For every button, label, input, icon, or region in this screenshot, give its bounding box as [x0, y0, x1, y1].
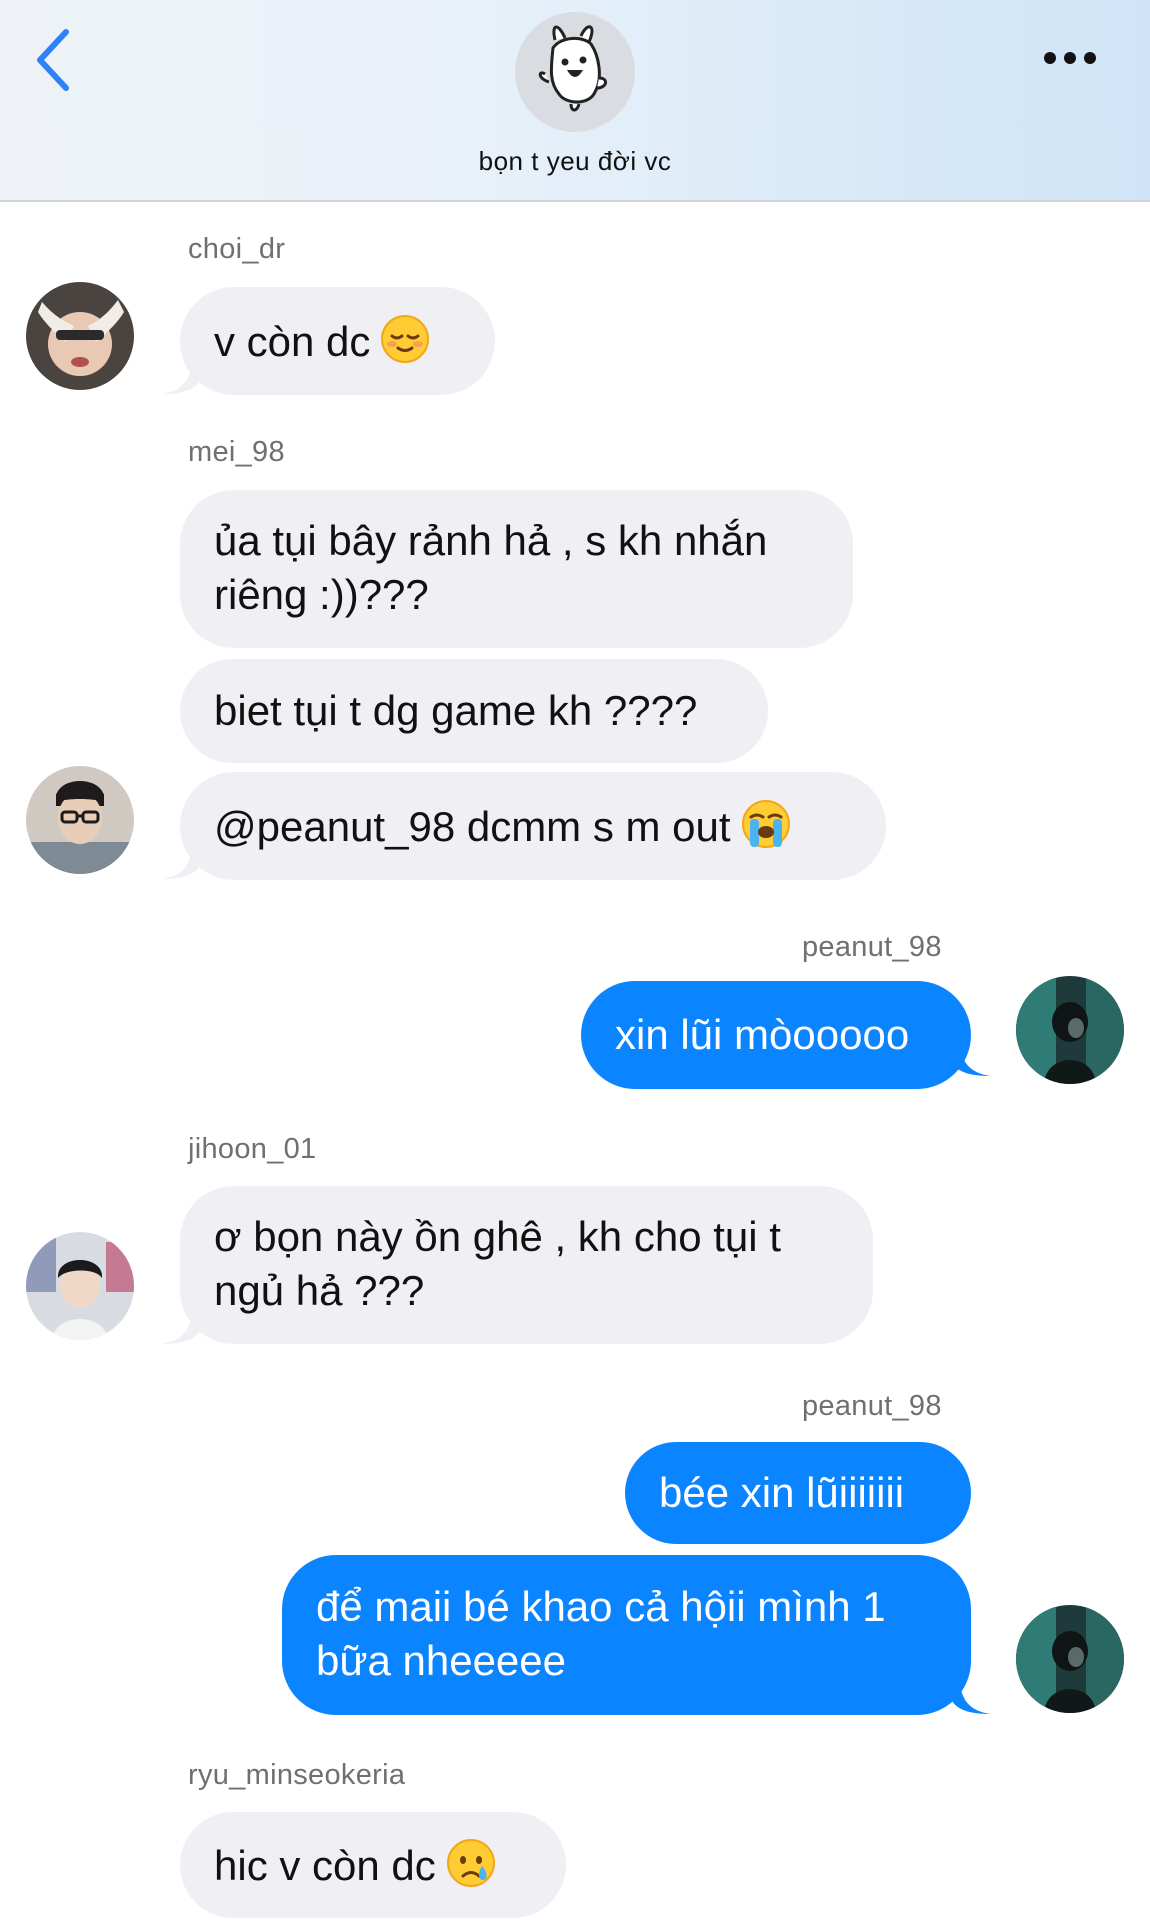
message-bubble[interactable]: hic v còn dc: [180, 1812, 566, 1918]
sender-name: peanut_98: [802, 1390, 942, 1422]
message-text: ủa tụi bây rảnh hả , s kh nhắn: [214, 517, 768, 564]
sender-name: mei_98: [188, 436, 285, 468]
message-bubble[interactable]: v còn dc: [180, 287, 495, 395]
avatar-choi_dr[interactable]: [26, 282, 134, 390]
message-text: v còn dc: [214, 318, 371, 365]
sender-name: jihoon_01: [188, 1133, 317, 1165]
message-text: bée xin lũiiiiiii: [659, 1469, 905, 1516]
ellipsis-icon: [1044, 52, 1096, 64]
message-text: ngủ hả ???: [214, 1267, 425, 1314]
message-text: riêng :))???: [214, 571, 429, 618]
message-bubble[interactable]: ủa tụi bây rảnh hả , s kh nhắn riêng :))…: [180, 490, 853, 648]
chevron-left-icon: [37, 29, 69, 91]
avatar-peanut_98[interactable]: [1016, 976, 1124, 1084]
group-title[interactable]: bọn t yeu đời vc: [0, 146, 1150, 177]
sender-name: ryu_minseokeria: [188, 1759, 406, 1791]
message-bubble[interactable]: ơ bọn này ồn ghê , kh cho tụi t ngủ hả ?…: [180, 1186, 873, 1344]
sender-name: choi_dr: [188, 233, 286, 265]
relieved-face-icon: [381, 315, 430, 363]
avatar-peanut_98[interactable]: [1016, 1605, 1124, 1713]
profile-photo: [26, 766, 134, 874]
avatar-jihoon_01[interactable]: [26, 1232, 134, 1340]
message-text: biet tụi t dg game kh ????: [214, 687, 698, 734]
profile-photo: [26, 282, 134, 390]
message-bubble[interactable]: bée xin lũiiiiiii: [625, 1442, 971, 1544]
avatar-mei_98[interactable]: [26, 766, 134, 874]
message-text: bữa nheeeee: [316, 1637, 567, 1684]
loudly-crying-face-icon: [741, 800, 790, 848]
message-bubble[interactable]: biet tụi t dg game kh ????: [180, 659, 768, 763]
group-avatar[interactable]: [515, 12, 635, 132]
sender-name: peanut_98: [802, 931, 942, 963]
message-bubble[interactable]: xin lũi mòooooo: [581, 981, 971, 1089]
profile-photo: [1016, 1605, 1124, 1713]
message-text: @peanut_98 dcmm s m out: [214, 803, 731, 850]
bunny-sticker-icon: [538, 25, 607, 112]
back-button[interactable]: [28, 26, 78, 96]
chat-header: bọn t yeu đời vc: [0, 0, 1150, 202]
message-bubble[interactable]: để maii bé khao cả hộii mình 1 bữa nheee…: [282, 1555, 971, 1715]
message-bubble[interactable]: @peanut_98 dcmm s m out: [180, 772, 886, 880]
profile-photo: [1016, 976, 1124, 1084]
message-text: để maii bé khao cả hộii mình 1: [316, 1583, 886, 1630]
profile-photo: [26, 1232, 134, 1340]
crying-face-icon: [446, 1839, 495, 1887]
more-options-button[interactable]: [1040, 38, 1100, 78]
message-text: xin lũi mòooooo: [615, 1011, 910, 1058]
message-text: hic v còn dc: [214, 1842, 436, 1889]
message-text: ơ bọn này ồn ghê , kh cho tụi t: [214, 1213, 781, 1260]
